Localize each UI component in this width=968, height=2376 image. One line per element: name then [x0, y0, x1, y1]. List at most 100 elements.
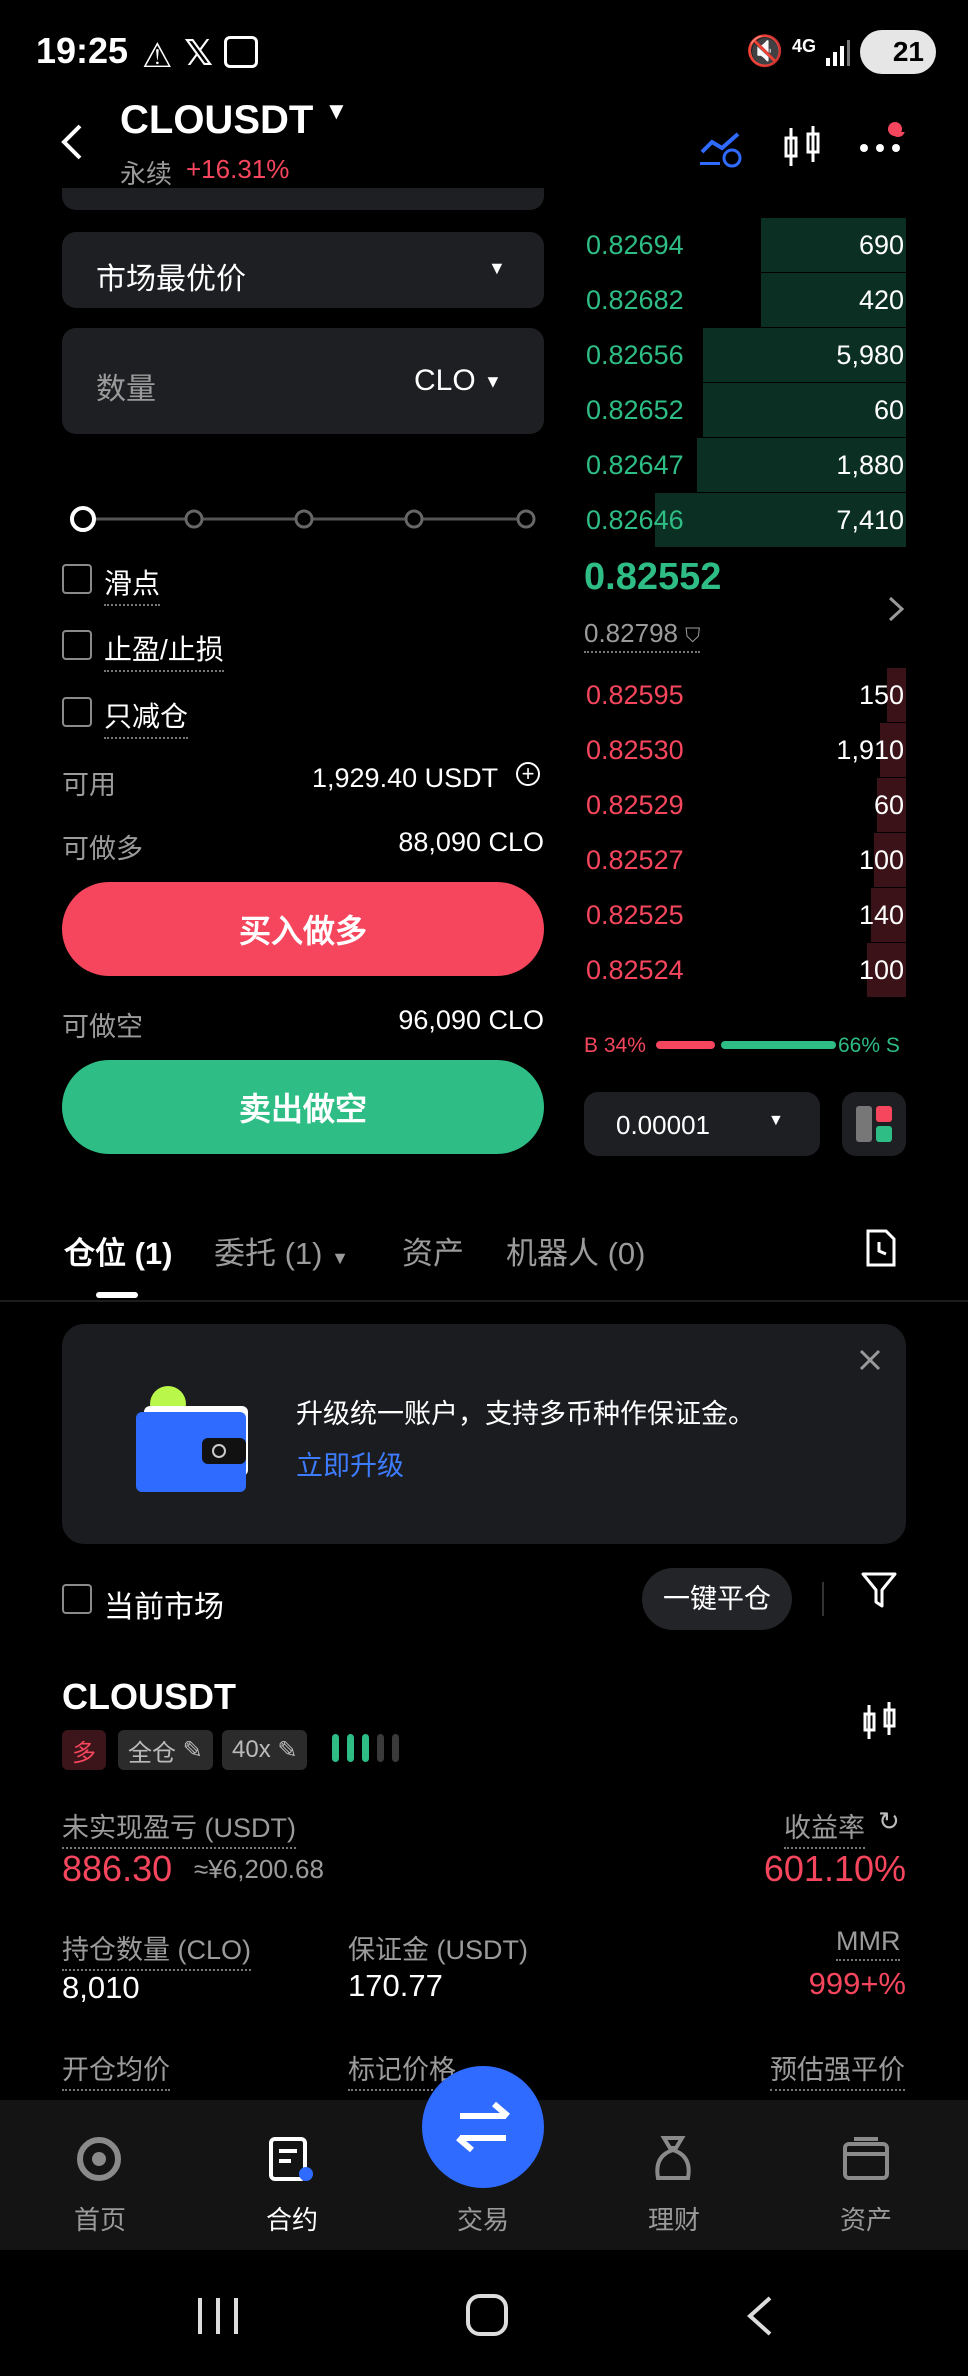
size-value: 8,010 — [62, 1970, 140, 2005]
bid-qty: 100 — [858, 955, 904, 985]
banner-upgrade-link[interactable]: 立即升级 — [296, 1444, 404, 1483]
upnl-value: 886.30 — [62, 1848, 173, 1889]
earn-icon[interactable] — [650, 2134, 696, 2182]
upnl-label: 未实现盈亏 (USDT) — [62, 1806, 296, 1849]
orderbook-bid-row[interactable]: 0.82525 140 — [584, 888, 906, 942]
x-app-icon: 𝕏 — [184, 32, 214, 73]
assets-icon[interactable] — [842, 2136, 890, 2182]
orderbook-ask-row[interactable]: 0.82694 690 — [584, 218, 906, 272]
edit-icon: ✎ — [277, 1736, 298, 1764]
orderbook-layout-button[interactable] — [842, 1092, 906, 1156]
futures-icon[interactable] — [268, 2136, 314, 2182]
nav-home[interactable]: 首页 — [40, 2200, 160, 2237]
quantity-unit-select[interactable]: CLO ▼ — [414, 364, 502, 398]
nav-trade[interactable]: 交易 — [423, 2200, 543, 2237]
bid-qty: 1,910 — [836, 735, 904, 765]
ask-price: 0.82646 — [586, 505, 684, 535]
upgrade-banner: 升级统一账户，支持多币种作保证金。 立即升级 — [62, 1324, 906, 1544]
orderbook-more-icon[interactable] — [886, 594, 906, 624]
status-bar: 19:25 ⚠ 𝕏 🔇 4G 21 — [0, 0, 968, 100]
nav-assets[interactable]: 资产 — [806, 2200, 926, 2237]
orderbook-bid-row[interactable]: 0.82527 100 — [584, 833, 906, 887]
orderbook-bid-row[interactable]: 0.82530 1,910 — [584, 723, 906, 777]
quantity-input[interactable]: 数量 CLO ▼ — [62, 328, 544, 434]
symbol-title[interactable]: CLOUSDT ▼ — [120, 98, 348, 143]
home-button-icon[interactable] — [466, 2294, 508, 2336]
scrolled-field-edge — [62, 188, 544, 210]
nav-earn[interactable]: 理财 — [614, 2200, 734, 2237]
can-short-value: 96,090 CLO — [398, 1005, 544, 1035]
tab-bots[interactable]: 机器人 (0) — [506, 1228, 646, 1273]
close-all-button[interactable]: 一键平仓 — [642, 1568, 792, 1630]
order-type-select[interactable]: 市场最优价 ▼ — [62, 232, 544, 308]
more-icon[interactable] — [858, 123, 906, 162]
nav-futures[interactable]: 合约 — [232, 2200, 352, 2237]
tpsl-checkbox[interactable] — [62, 630, 92, 660]
can-long-value: 88,090 CLO — [398, 827, 544, 857]
margin-label: 保证金 (USDT) — [348, 1935, 528, 1965]
can-short-label: 可做空 — [62, 1012, 143, 1042]
tabs-divider — [0, 1300, 968, 1302]
filter-icon[interactable] — [860, 1570, 898, 1610]
liq-price-label: 预估强平价 — [770, 2048, 905, 2091]
current-market-label: 当前市场 — [104, 1591, 224, 1624]
margin-mode-tag[interactable]: 全仓 ✎ — [118, 1730, 213, 1770]
tab-assets[interactable]: 资产 — [402, 1228, 464, 1273]
tab-orders[interactable]: 委托 (1) ▼ — [214, 1228, 349, 1273]
slippage-checkbox[interactable] — [62, 564, 92, 594]
candlestick-icon[interactable] — [862, 1702, 898, 1742]
quantity-slider[interactable] — [70, 504, 540, 534]
buy-long-button[interactable]: 买入做多 — [62, 882, 544, 976]
ask-price: 0.82652 — [586, 395, 684, 425]
bid-price: 0.82530 — [586, 735, 684, 765]
back-nav-icon[interactable] — [744, 2294, 774, 2338]
orderbook-ask-row[interactable]: 0.82647 1,880 — [584, 438, 906, 492]
tab-active-indicator — [96, 1292, 138, 1298]
orderbook-bid-row[interactable]: 0.82529 60 — [584, 778, 906, 832]
orderbook-ask-row[interactable]: 0.82682 420 — [584, 273, 906, 327]
history-icon[interactable] — [862, 1228, 898, 1268]
mute-icon: 🔇 — [746, 35, 784, 68]
layout-icon — [856, 1106, 892, 1142]
ratio-bar-buy — [656, 1041, 715, 1049]
trend-icon[interactable] — [700, 128, 744, 168]
order-type-label: 市场最优价 — [96, 263, 246, 296]
precision-select[interactable]: 0.00001 ▼ — [584, 1092, 820, 1156]
roe-value: 601.10% — [763, 1848, 906, 1889]
vertical-divider — [822, 1582, 824, 1616]
orderbook-ask-row[interactable]: 0.82646 7,410 — [584, 493, 906, 547]
trade-fab[interactable] — [422, 2066, 544, 2188]
leverage-tag[interactable]: 40x ✎ — [222, 1730, 308, 1770]
sell-short-button[interactable]: 卖出做空 — [62, 1060, 544, 1154]
quantity-placeholder: 数量 — [96, 373, 156, 406]
candlestick-icon[interactable] — [782, 126, 822, 168]
upnl-cny: ≈¥6,200.68 — [194, 1854, 324, 1884]
refresh-icon[interactable]: ↻ — [878, 1806, 900, 1837]
orderbook-ask-row[interactable]: 0.82652 60 — [584, 383, 906, 437]
wallet-illustration — [136, 1386, 256, 1496]
orderbook-bid-row[interactable]: 0.82524 100 — [584, 943, 906, 997]
current-market-checkbox[interactable] — [62, 1584, 92, 1614]
orderbook-bid-row[interactable]: 0.82595 150 — [584, 668, 906, 722]
chevron-down-icon: ▼ — [331, 1248, 349, 1268]
reduce-only-checkbox[interactable] — [62, 697, 92, 727]
entry-price-label: 开仓均价 — [62, 2048, 170, 2091]
last-price[interactable]: 0.82552 — [584, 556, 721, 599]
available-value: 1,929.40 USDT — [312, 763, 499, 793]
precision-value: 0.00001 — [616, 1110, 710, 1140]
warning-icon: ⚠ — [142, 37, 173, 75]
home-icon[interactable] — [76, 2136, 122, 2182]
orderbook-ask-row[interactable]: 0.82656 5,980 — [584, 328, 906, 382]
bid-qty: 140 — [858, 900, 904, 930]
ratio-bar — [656, 1041, 836, 1049]
close-icon[interactable] — [858, 1348, 882, 1372]
position-symbol[interactable]: CLOUSDT — [62, 1676, 236, 1718]
reduce-only-label: 只减仓 — [104, 695, 189, 739]
scan-icon — [224, 36, 258, 68]
back-icon[interactable] — [56, 122, 86, 162]
add-funds-icon[interactable]: + — [516, 762, 540, 786]
notification-dot — [888, 122, 902, 136]
edit-icon: ✎ — [182, 1736, 203, 1764]
tab-positions[interactable]: 仓位 (1) — [64, 1228, 173, 1273]
recent-apps-icon[interactable] — [196, 2296, 240, 2336]
